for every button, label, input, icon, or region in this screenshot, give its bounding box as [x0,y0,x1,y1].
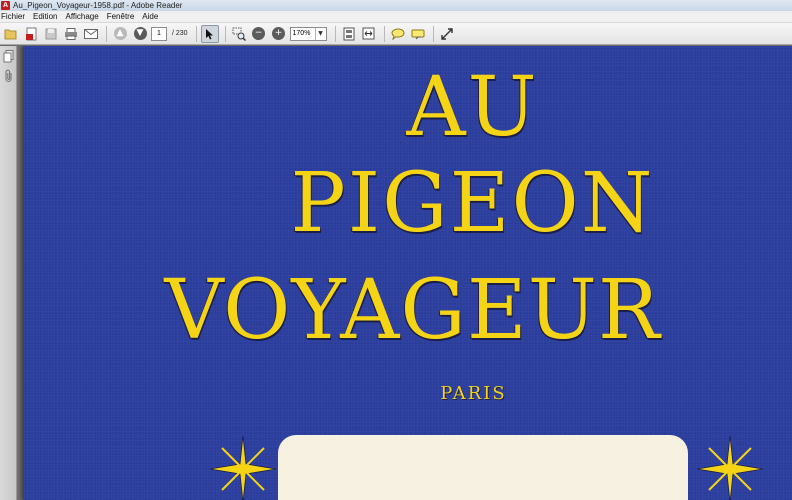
expand-arrows-icon [440,27,453,40]
marquee-zoom-icon [232,27,246,41]
full-screen-button[interactable] [438,25,456,43]
navigation-panel [0,46,17,500]
toolbar-separator [383,25,385,42]
page-thumbnails-icon [3,49,14,62]
fit-page-icon [343,27,355,40]
cover-title-line-3: VOYAGEUR [164,263,661,358]
open-button[interactable] [2,25,20,43]
fit-width-button[interactable] [360,25,378,43]
previous-page-button[interactable]: ▲ [111,25,129,43]
create-pdf-icon [25,27,36,40]
speech-bubble-icon [391,28,404,40]
arrow-up-icon: ▲ [113,27,127,40]
menu-aide[interactable]: Aide [142,12,158,21]
menu-fenetre[interactable]: Fenêtre [107,12,135,21]
plus-icon: + [272,27,286,40]
select-tool-button[interactable] [200,24,219,43]
toolbar: ▲ ▼ 1 / 230 − + 170% ▼ [0,23,792,45]
cover-banner [278,435,688,500]
cover-city: PARIS [440,383,507,404]
window-title: Au_Pigeon_Voyageur-1958.pdf - Adobe Read… [13,1,183,10]
paperclip-icon [4,69,12,83]
chevron-down-icon[interactable]: ▼ [314,27,326,40]
zoom-out-button[interactable]: − [250,25,268,43]
toolbar-separator [195,25,197,42]
save-disk-icon [45,28,57,39]
cover-title-line-1: AU [406,60,539,155]
cover-title-line-2: PIGEON [290,156,655,251]
create-pdf-button[interactable] [22,25,40,43]
pdf-page: AU PIGEON VOYAGEUR PARIS [23,46,792,500]
menu-affichage[interactable]: Affichage [65,12,98,21]
star-ornament-left-icon [209,435,277,500]
next-page-button[interactable]: ▼ [131,25,149,43]
envelope-icon [84,28,98,39]
adobe-reader-icon: A [1,1,10,10]
arrow-down-icon: ▼ [133,27,147,40]
comment-button[interactable] [389,25,407,43]
zoom-select[interactable]: 170% ▼ [289,26,327,41]
menu-edition[interactable]: Edition [33,12,57,21]
document-view[interactable]: AU PIGEON VOYAGEUR PARIS [17,46,792,500]
open-folder-icon [4,29,17,39]
menu-fichier[interactable]: Fichier [1,12,25,21]
toolbar-separator [432,25,434,42]
zoom-in-button[interactable]: + [270,25,288,43]
highlight-button[interactable] [409,25,427,43]
page-number-input[interactable]: 1 [151,26,167,41]
page-total: / 230 [170,30,188,37]
toolbar-separator [224,25,226,42]
fit-page-button[interactable] [340,25,358,43]
pages-panel-button[interactable] [0,46,17,66]
menu-bar: Fichier Edition Affichage Fenêtre Aide [0,11,792,23]
toolbar-separator [334,25,336,42]
attachments-panel-button[interactable] [0,66,17,86]
email-button[interactable] [82,25,100,43]
cursor-arrow-icon [205,28,213,39]
printer-icon [65,27,77,40]
marquee-zoom-button[interactable] [230,25,248,43]
star-ornament-right-icon [696,435,764,500]
save-button[interactable] [42,25,60,43]
highlighter-icon [411,29,425,39]
toolbar-separator [106,25,107,42]
minus-icon: − [252,27,266,40]
fit-width-icon [362,27,375,40]
title-bar: A Au_Pigeon_Voyageur-1958.pdf - Adobe Re… [0,0,792,11]
print-button[interactable] [62,25,80,43]
zoom-value: 170% [292,29,311,37]
